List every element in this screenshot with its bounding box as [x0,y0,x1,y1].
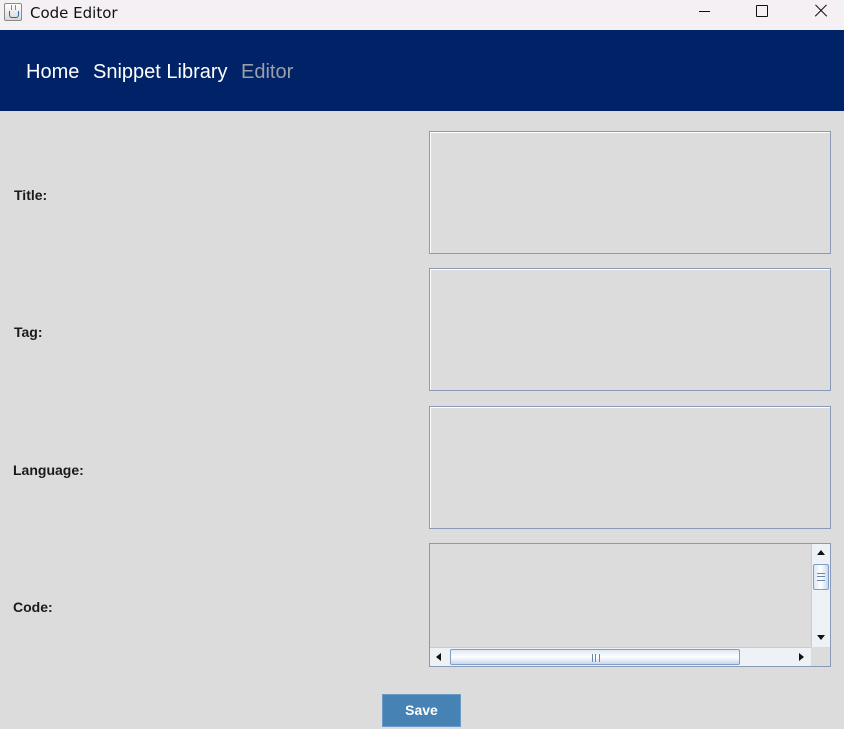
title-field[interactable] [429,131,831,254]
window-title: Code Editor [30,4,118,22]
tag-label: Tag: [14,324,43,340]
nav-editor[interactable]: Editor [241,61,293,84]
window-titlebar: Code Editor [0,0,844,30]
nav-home[interactable]: Home [26,61,79,84]
horizontal-scroll-thumb[interactable] [450,649,740,665]
scroll-up-icon[interactable] [812,544,830,562]
scroll-down-icon[interactable] [812,628,830,646]
language-label: Language: [13,462,84,478]
scroll-left-icon[interactable] [430,648,448,666]
language-field[interactable] [429,406,831,529]
tag-field[interactable] [429,268,831,391]
code-field[interactable] [430,544,811,647]
horizontal-scrollbar[interactable] [430,647,811,666]
minimize-icon[interactable] [675,0,733,30]
nav-snippet-library[interactable]: Snippet Library [93,61,228,84]
java-cup-icon [4,3,22,21]
navbar: Home Snippet Library Editor [0,30,844,111]
code-label: Code: [13,599,53,615]
title-label: Title: [14,187,48,203]
save-button[interactable]: Save [382,694,461,727]
vertical-scrollbar[interactable] [811,544,830,647]
maximize-icon[interactable] [733,0,791,30]
scroll-corner [811,647,830,666]
vertical-scroll-thumb[interactable] [813,564,829,590]
scroll-right-icon[interactable] [792,648,810,666]
code-scroll-pane [429,543,831,667]
close-icon[interactable] [791,0,844,30]
